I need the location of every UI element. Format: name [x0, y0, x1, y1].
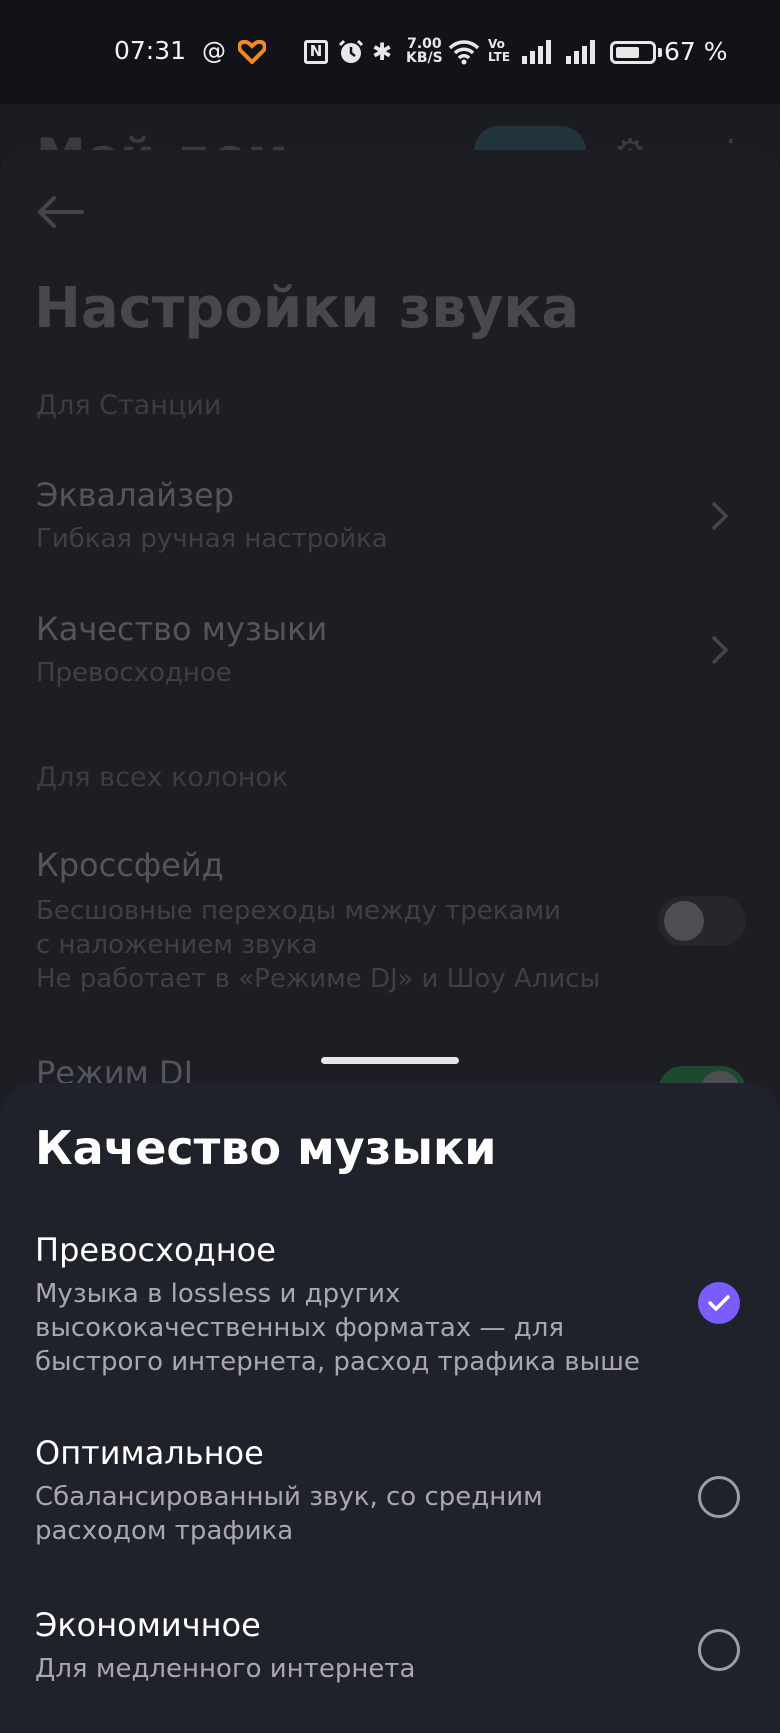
alarm-icon — [338, 39, 364, 63]
section-station: Для Станции — [36, 390, 222, 421]
wifi-icon — [448, 40, 480, 65]
option-title: Экономичное — [35, 1606, 261, 1644]
crossfade-subtitle-2: с наложением звука — [36, 930, 318, 960]
back-arrow-icon[interactable] — [36, 196, 84, 228]
option-title: Превосходное — [35, 1231, 276, 1269]
status-time: 07:31 — [114, 36, 187, 65]
battery-cap — [658, 48, 662, 57]
toggle-knob — [664, 901, 704, 941]
chevron-right-icon — [711, 501, 729, 531]
signal-icon-2 — [566, 40, 595, 64]
crossfade-toggle[interactable] — [658, 896, 746, 946]
signal-icon — [522, 40, 551, 64]
option-title: Оптимальное — [35, 1434, 264, 1472]
music-quality-title: Качество музыки — [36, 610, 328, 648]
radio-unselected[interactable] — [698, 1476, 740, 1518]
option-description: Для медленного интернета — [35, 1654, 416, 1684]
crossfade-subtitle-3: Не работает в «Режиме DJ» и Шоу Алисы — [36, 964, 601, 994]
sheet-title: Качество музыки — [35, 1121, 497, 1175]
equalizer-subtitle: Гибкая ручная настройка — [36, 524, 388, 554]
music-quality-subtitle: Превосходное — [36, 658, 232, 688]
option-description: Музыка в lossless и других высококачеств… — [35, 1279, 640, 1377]
speed-unit: KB/S — [406, 50, 443, 66]
option-description: Сбалансированный звук, со средним расход… — [35, 1482, 543, 1546]
battery-icon — [610, 41, 656, 64]
check-icon — [708, 1295, 730, 1311]
radio-unselected[interactable] — [698, 1629, 740, 1671]
battery-percent: 67 % — [664, 37, 728, 66]
at-icon: @ — [202, 37, 226, 65]
battery-level-fill — [616, 47, 639, 58]
radio-selected[interactable] — [698, 1282, 740, 1324]
volte-icon: Vo LTE — [488, 38, 510, 64]
crossfade-subtitle-1: Бесшовные переходы между треками — [36, 896, 561, 926]
heart-app-icon — [238, 40, 266, 64]
network-speed: 7.00 KB/S — [406, 37, 443, 65]
section-all-speakers: Для всех колонок — [36, 762, 289, 793]
bluetooth-icon: ✱ — [372, 38, 393, 66]
status-bar: 07:31 @ N ✱ 7.00 KB/S Vo LTE 67 % — [0, 0, 780, 104]
page-title: Настройки звука — [34, 276, 580, 341]
drag-handle-sheet[interactable] — [321, 1057, 459, 1064]
equalizer-title: Эквалайзер — [36, 476, 235, 514]
chevron-right-icon — [711, 635, 729, 665]
nfc-icon: N — [304, 40, 328, 64]
crossfade-title: Кроссфейд — [36, 846, 224, 884]
volte-top: Vo — [488, 37, 505, 51]
music-quality-sheet: Качество музыки Превосходное Музыка в lo… — [0, 1083, 780, 1733]
volte-bottom: LTE — [488, 50, 511, 64]
